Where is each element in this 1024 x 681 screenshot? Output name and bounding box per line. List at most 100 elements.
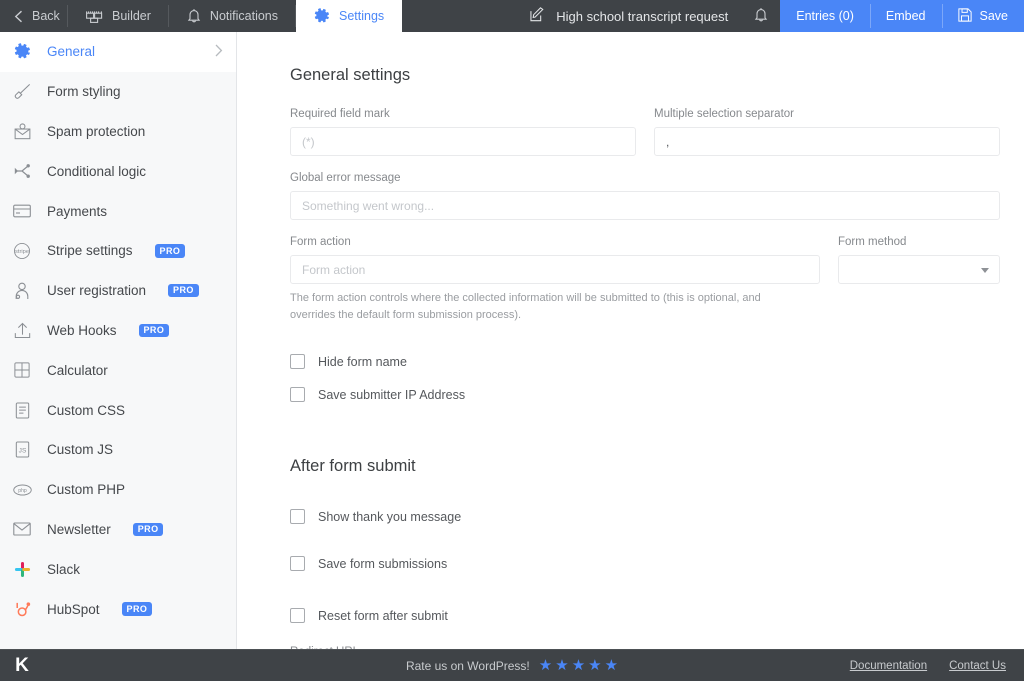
sidebar-item-label: Payments xyxy=(47,203,108,219)
after-form-submit-heading: After form submit xyxy=(290,457,416,476)
sidebar-item-calculator[interactable]: Calculator xyxy=(0,350,236,390)
form-title-text: High school transcript request xyxy=(556,8,729,24)
tab-settings-label: Settings xyxy=(339,9,385,23)
form-method-label: Form method xyxy=(838,236,907,248)
sidebar-item-slack[interactable]: Slack xyxy=(0,549,236,589)
save-button[interactable]: Save xyxy=(941,0,1024,32)
show-thank-you-message-checkbox-row[interactable]: Show thank you message xyxy=(290,500,1000,533)
sidebar-item-custom-css[interactable]: Custom CSS xyxy=(0,390,236,430)
star-icon[interactable]: ★ xyxy=(605,658,618,673)
sidebar-item-conditional-logic[interactable]: Conditional logic xyxy=(0,151,236,191)
contact-us-link[interactable]: Contact Us xyxy=(949,660,1006,672)
svg-text:stripe: stripe xyxy=(15,249,29,255)
embed-label: Embed xyxy=(885,9,926,23)
embed-button[interactable]: Embed xyxy=(869,0,942,32)
sidebar-item-form-styling[interactable]: Form styling xyxy=(0,72,236,112)
sidebar-item-hubspot[interactable]: HubSpot PRO xyxy=(0,589,236,629)
form-action-group: Form action The form action controls whe… xyxy=(290,236,820,324)
save-submitter-ip-checkbox[interactable] xyxy=(290,387,305,403)
credit-card-icon xyxy=(10,201,34,221)
svg-text:php: php xyxy=(18,488,27,494)
sidebar-item-label: User registration xyxy=(47,283,147,299)
form-method-group: Form method POSTGET xyxy=(838,236,1000,324)
entries-button[interactable]: Entries (0) xyxy=(780,0,870,32)
documentation-link[interactable]: Documentation xyxy=(850,660,927,672)
reset-form-after-submit-checkbox[interactable] xyxy=(290,608,305,624)
multiple-selection-separator-label: Multiple selection separator xyxy=(654,108,794,120)
form-action-input[interactable] xyxy=(290,255,820,284)
sidebar-item-label: Custom CSS xyxy=(47,402,126,418)
star-icon[interactable]: ★ xyxy=(555,658,568,673)
sidebar-item-custom-php[interactable]: php Custom PHP xyxy=(0,470,236,510)
sidebar-item-stripe-settings[interactable]: stripe Stripe settings PRO xyxy=(0,231,236,271)
tab-notifications[interactable]: Notifications xyxy=(169,0,297,32)
reset-form-after-submit-label: Reset form after submit xyxy=(318,608,448,623)
tab-notifications-label: Notifications xyxy=(209,9,279,23)
settings-content: General settings Required field mark Mul… xyxy=(238,32,1024,649)
form-action-method-row: Form action The form action controls whe… xyxy=(290,236,1000,340)
form-method-select[interactable]: POSTGET xyxy=(838,255,1000,284)
topbar-actions: Entries (0) Embed Save xyxy=(780,0,1024,32)
sidebar-item-newsletter[interactable]: Newsletter PRO xyxy=(0,510,236,550)
hide-form-name-checkbox[interactable] xyxy=(290,354,305,370)
calculator-icon xyxy=(10,360,34,380)
global-error-message-input[interactable] xyxy=(290,191,1000,220)
form-method-select-wrap: POSTGET xyxy=(838,255,1000,284)
pro-badge: PRO xyxy=(138,323,170,338)
php-elephant-icon: php xyxy=(10,480,34,500)
blocks-icon xyxy=(86,9,103,23)
save-submitter-ip-checkbox-row[interactable]: Save submitter IP Address xyxy=(290,378,1000,411)
slack-icon xyxy=(10,559,34,579)
save-form-submissions-checkbox[interactable] xyxy=(290,556,305,572)
save-submitter-ip-label: Save submitter IP Address xyxy=(318,387,466,402)
brush-icon xyxy=(10,82,34,102)
back-label: Back xyxy=(32,9,60,23)
star-icon[interactable]: ★ xyxy=(588,658,601,673)
hide-form-name-checkbox-row[interactable]: Hide form name xyxy=(290,345,1000,378)
rate-us-text: Rate us on WordPress! xyxy=(405,658,530,673)
branch-icon xyxy=(10,161,34,181)
bell-icon xyxy=(187,8,201,24)
sidebar-item-custom-js[interactable]: JS Custom JS xyxy=(0,430,236,470)
sidebar-item-label: Slack xyxy=(47,561,81,577)
tab-settings[interactable]: Settings xyxy=(296,0,403,32)
stripe-icon: stripe xyxy=(10,241,34,261)
css-file-icon xyxy=(10,400,34,420)
upload-icon xyxy=(10,320,34,340)
hubspot-icon xyxy=(10,599,34,619)
bell-icon xyxy=(754,7,768,26)
global-error-message-group: Global error message xyxy=(290,172,1000,220)
back-button[interactable]: Back xyxy=(0,0,68,32)
required-field-mark-input[interactable] xyxy=(290,127,636,156)
sidebar-item-spam-protection[interactable]: Spam protection xyxy=(0,112,236,152)
footer-bar: K Rate us on WordPress! ★ ★ ★ ★ ★ Documentat… xyxy=(0,649,1024,681)
user-icon xyxy=(10,281,34,301)
pro-badge: PRO xyxy=(121,602,153,616)
spam-shield-icon xyxy=(10,121,34,141)
sidebar-item-payments[interactable]: Payments xyxy=(0,191,236,231)
save-form-submissions-checkbox-row[interactable]: Save form submissions xyxy=(290,547,1000,580)
sidebar-item-user-registration[interactable]: User registration PRO xyxy=(0,271,236,311)
sidebar-item-label: Custom JS xyxy=(47,442,114,458)
notifications-bell-button[interactable] xyxy=(742,0,780,32)
show-thank-you-message-checkbox[interactable] xyxy=(290,509,305,525)
sidebar-item-general[interactable]: General xyxy=(0,32,236,72)
gear-icon xyxy=(314,8,330,24)
star-icon[interactable]: ★ xyxy=(572,658,585,673)
required-mark-separator-row: Required field mark Multiple selection s… xyxy=(290,108,1000,172)
reset-form-after-submit-checkbox-row[interactable]: Reset form after submit xyxy=(290,599,1000,632)
rating-stars[interactable]: ★ ★ ★ ★ ★ xyxy=(539,658,618,673)
form-title-editor[interactable]: High school transcript request xyxy=(516,0,742,32)
settings-sidebar: General Form styling Spam protection Con… xyxy=(0,32,237,649)
js-file-icon: JS xyxy=(10,440,34,460)
tab-builder[interactable]: Builder xyxy=(68,0,169,32)
pro-badge: PRO xyxy=(132,522,164,537)
sidebar-item-web-hooks[interactable]: Web Hooks PRO xyxy=(0,311,236,351)
sidebar-item-label: Newsletter xyxy=(47,521,111,537)
multiple-selection-separator-input[interactable] xyxy=(654,127,1000,156)
required-field-mark-label: Required field mark xyxy=(290,108,390,120)
form-action-help-text: The form action controls where the colle… xyxy=(290,292,761,322)
star-icon[interactable]: ★ xyxy=(539,658,552,673)
show-thank-you-message-label: Show thank you message xyxy=(318,509,462,524)
